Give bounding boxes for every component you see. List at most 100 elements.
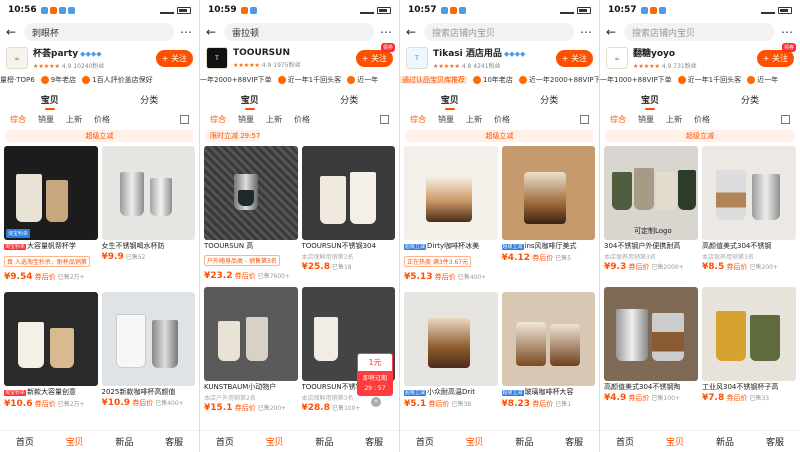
search-input[interactable]: 刺眼杯 (24, 23, 174, 41)
nav-home[interactable]: 首页 (216, 435, 234, 448)
nav-service[interactable]: 客服 (365, 435, 383, 448)
product-card[interactable]: 2025新款咖啡杯高颜值 ¥10.9 券后价 已售400+ (101, 291, 195, 414)
more-icon[interactable]: ⋯ (180, 25, 193, 39)
nav-new[interactable]: 新品 (515, 435, 533, 448)
product-image[interactable] (702, 287, 796, 381)
nav-products[interactable]: 宝贝 (66, 435, 84, 448)
nav-home[interactable]: 首页 (616, 435, 634, 448)
tab-products[interactable]: 宝贝 (241, 89, 259, 110)
product-card[interactable]: 超级立减 Dirty咖啡杯冰美 正在热卖 满3件3.67元 ¥5.13 券后价 已售… (404, 146, 498, 288)
product-card[interactable]: 超级立减 ins风咖啡厅美式 ¥4.12 券后价 已售5 (501, 146, 595, 288)
product-image[interactable] (702, 146, 796, 240)
nav-products[interactable]: 宝贝 (266, 435, 284, 448)
sort-sales[interactable]: 销量 (238, 114, 254, 125)
nav-new[interactable]: 新品 (315, 435, 333, 448)
tab-products[interactable]: 宝贝 (41, 89, 59, 110)
product-card[interactable]: 淘宝秒杀 新款大容量创意 ¥10.6 券后价 已售2万+ (4, 291, 98, 414)
nav-new[interactable]: 新品 (115, 435, 133, 448)
product-card[interactable]: TOOURSUN 高 户外随身品类 - 销售第3名 ¥23.2 券后价 已售760… (204, 146, 298, 283)
search-input[interactable]: 搜索店铺内宝贝 (424, 23, 574, 41)
sort-sales[interactable]: 销量 (438, 114, 454, 125)
search-input[interactable]: 雷拉顿 (224, 23, 374, 41)
promo-chip[interactable]: 超级立减 (6, 130, 193, 142)
product-image[interactable] (204, 146, 298, 240)
sort-price[interactable]: 价格 (494, 114, 510, 125)
sort-overall[interactable]: 综合 (210, 114, 226, 125)
product-card[interactable]: 淘宝秒杀 淘宝秒杀 大容量帆帮杯学 真 入选淘宝秒杀，耐杯品销第 ¥9.54 券后… (4, 146, 98, 288)
product-image[interactable] (301, 146, 395, 240)
nav-service[interactable]: 客服 (565, 435, 583, 448)
sort-new[interactable]: 上新 (266, 114, 282, 125)
store-name[interactable]: 翻糖yoyo (633, 46, 752, 59)
product-card[interactable]: 超级立减 玻璃咖啡杯大容 ¥8.23 券后价 已售1 (501, 291, 595, 414)
follow-button[interactable]: + 关注 (155, 49, 193, 67)
layout-toggle-icon[interactable] (380, 114, 389, 124)
product-image[interactable] (404, 146, 498, 240)
tab-categories[interactable]: 分类 (741, 89, 759, 110)
product-image[interactable]: 可定制Logo (604, 146, 698, 240)
more-icon[interactable]: ⋯ (580, 25, 593, 39)
sort-sales[interactable]: 销量 (38, 114, 54, 125)
sort-new[interactable]: 上新 (666, 114, 682, 125)
sort-new[interactable]: 上新 (466, 114, 482, 125)
store-logo[interactable]: T (206, 47, 228, 69)
store-name[interactable]: Tikasi 酒店用品 ◆◆◆◆ (433, 46, 551, 59)
store-logo[interactable]: T (406, 47, 428, 69)
product-card[interactable]: 超级立减 小众耐高温Drit ¥5.1 券后价 已售38 (404, 291, 498, 414)
sort-overall[interactable]: 综合 (410, 114, 426, 125)
product-image[interactable] (501, 291, 595, 386)
product-card[interactable]: 女生不锈钢喝水杯防 ¥9.9 已售52 (101, 146, 195, 288)
sort-new[interactable]: 上新 (66, 114, 82, 125)
follow-button[interactable]: + 关注 (555, 49, 593, 67)
nav-service[interactable]: 客服 (165, 435, 183, 448)
layout-toggle-icon[interactable] (580, 114, 589, 124)
tab-categories[interactable]: 分类 (540, 89, 558, 110)
tab-products[interactable]: 宝贝 (441, 89, 459, 110)
nav-home[interactable]: 首页 (416, 435, 434, 448)
store-logo[interactable]: ☕ (6, 47, 28, 69)
sort-price[interactable]: 价格 (294, 114, 310, 125)
product-image[interactable] (404, 291, 498, 386)
close-icon[interactable]: × (371, 397, 381, 407)
promo-chip[interactable]: 超级立减 (606, 130, 794, 142)
more-icon[interactable]: ⋯ (781, 25, 794, 39)
expiring-coupon-popup[interactable]: 1元 即将过期 29 : 57 × (357, 353, 393, 407)
product-card[interactable]: 工业风304不锈钢杯子高 ¥7.8 券后价 已售33 (702, 287, 796, 414)
back-arrow-icon[interactable]: ← (406, 25, 418, 39)
nav-service[interactable]: 客服 (766, 435, 784, 448)
product-image[interactable]: 淘宝秒杀 (4, 146, 98, 240)
tab-categories[interactable]: 分类 (340, 89, 358, 110)
store-name[interactable]: TOOURSUN (233, 48, 351, 58)
product-image[interactable] (101, 146, 195, 240)
follow-button[interactable]: + 关注 领券 (756, 42, 796, 67)
back-arrow-icon[interactable]: ← (6, 25, 18, 39)
nav-home[interactable]: 首页 (16, 435, 34, 448)
store-name[interactable]: 杯荟party ◆◆◆◆ (33, 46, 151, 59)
follow-button[interactable]: + 关注 领券 (355, 42, 395, 67)
sort-price[interactable]: 价格 (694, 114, 710, 125)
product-image[interactable] (4, 291, 98, 386)
more-icon[interactable]: ⋯ (380, 25, 393, 39)
promo-chip[interactable]: 超级立减 (406, 130, 593, 142)
sort-sales[interactable]: 销量 (638, 114, 654, 125)
search-input[interactable]: 搜索店铺内宝贝 (624, 23, 775, 41)
back-arrow-icon[interactable]: ← (206, 25, 218, 39)
product-card[interactable]: TOOURSUN不锈钢304 本店保鲜用销第3名 ¥25.8 已售18 (301, 146, 395, 283)
flash-sale-chip[interactable]: 限时立减 29:57 (206, 130, 261, 142)
product-card[interactable]: 可定制Logo 304不锈钢户外便携耐高 本店保养用销第3名 ¥9.3 券后价已… (604, 146, 698, 283)
layout-toggle-icon[interactable] (781, 114, 790, 124)
product-card[interactable]: 高颜值美式304不锈钢陶 ¥4.9 券后价 已售100+ (604, 287, 698, 414)
product-image[interactable] (604, 287, 698, 381)
sort-price[interactable]: 价格 (94, 114, 110, 125)
product-image[interactable] (204, 286, 298, 381)
store-logo[interactable]: ☕ (606, 47, 628, 69)
nav-products[interactable]: 宝贝 (466, 435, 484, 448)
sort-overall[interactable]: 综合 (610, 114, 626, 125)
product-image[interactable] (101, 291, 195, 386)
back-arrow-icon[interactable]: ← (606, 25, 618, 39)
tab-products[interactable]: 宝贝 (641, 89, 659, 110)
nav-products[interactable]: 宝贝 (666, 435, 684, 448)
sort-overall[interactable]: 综合 (10, 114, 26, 125)
layout-toggle-icon[interactable] (180, 114, 189, 124)
product-card[interactable]: 高颜值美式304不锈钢 本店保养用销第3名 ¥8.5 券后价 已售200+ (702, 146, 796, 283)
